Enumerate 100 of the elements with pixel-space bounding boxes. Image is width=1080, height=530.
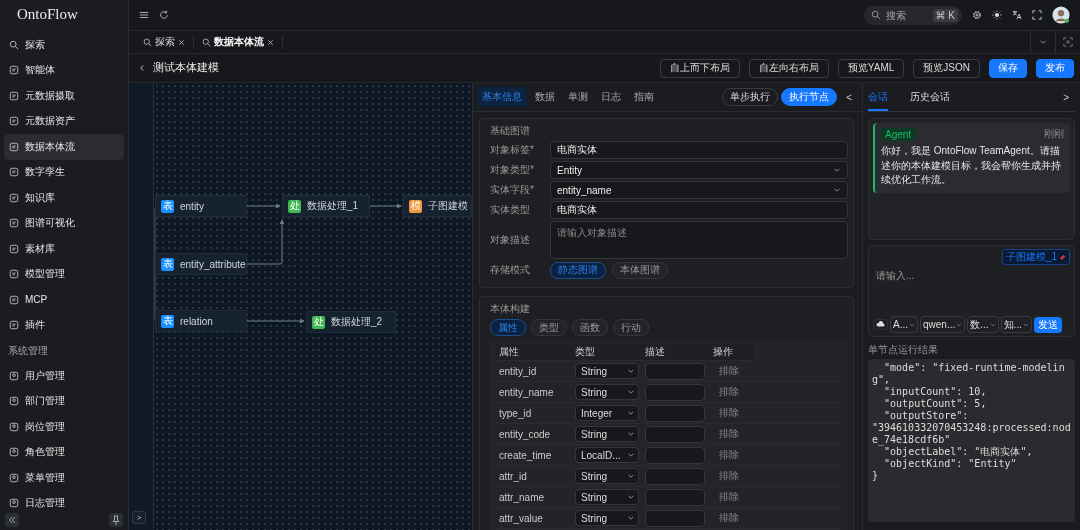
description-input[interactable] [645, 467, 705, 485]
description-input[interactable] [645, 362, 705, 380]
option-select[interactable]: 知... [1000, 316, 1032, 333]
sidebar-item[interactable]: 智能体 [4, 57, 124, 83]
context-chip[interactable]: 子图建模_1 [1001, 249, 1070, 265]
flow-node[interactable]: 表 relation [155, 310, 247, 332]
flow-node[interactable]: 处 数据处理_1 [282, 195, 370, 217]
nav-icon [9, 167, 19, 178]
exclude-link[interactable]: 排除 [719, 386, 739, 397]
collapse-button[interactable]: < [840, 91, 858, 103]
sidebar-item[interactable]: 插件 [4, 312, 124, 338]
select-field[interactable]: Entity [550, 161, 848, 179]
collapse-button[interactable]: > [1057, 91, 1075, 103]
option-select[interactable]: qwen... [920, 316, 966, 333]
type-select[interactable]: String [575, 468, 639, 484]
panel-tab[interactable]: 日志 [596, 87, 626, 107]
toolbar-button[interactable]: 保存 [989, 58, 1027, 78]
sidebar-item[interactable]: 用户管理 [4, 363, 124, 389]
field-label: 实体类型 [490, 203, 531, 217]
filter-chip[interactable]: 类型 [531, 319, 567, 336]
menu-icon[interactable] [139, 10, 149, 20]
sidebar-item[interactable]: 元数据摄取 [4, 83, 124, 109]
sidebar-item[interactable]: 数字孪生 [4, 159, 124, 185]
pin-icon[interactable] [109, 513, 123, 527]
text-field[interactable]: 电商实体 [550, 141, 848, 159]
description-field[interactable]: 请输入对象描述 [550, 221, 848, 259]
type-select[interactable]: String [575, 384, 639, 400]
sidebar-item[interactable]: 模型管理 [4, 261, 124, 287]
exclude-link[interactable]: 排除 [719, 407, 739, 418]
toolbar-button[interactable]: 发布 [1036, 58, 1074, 78]
toolbar-button[interactable]: 自上而下布局 [659, 58, 740, 78]
panel-tab[interactable]: 单测 [563, 87, 593, 107]
sun-icon[interactable] [992, 10, 1002, 20]
toolbar-button[interactable]: 预览YAML [837, 58, 905, 78]
sidebar-item[interactable]: 探索 [4, 32, 124, 58]
text-field[interactable]: 电商实体 [550, 201, 848, 219]
expand-button[interactable]: > [132, 511, 146, 524]
option-select[interactable]: A... [890, 316, 918, 333]
type-select[interactable]: String [575, 363, 639, 379]
type-select[interactable]: Integer [575, 405, 639, 421]
fullscreen-icon[interactable] [1032, 10, 1042, 20]
collapse-icon[interactable] [5, 513, 19, 527]
description-input[interactable] [645, 425, 705, 443]
storage-option[interactable]: 静态图谱 [550, 261, 606, 279]
exclude-link[interactable]: 排除 [719, 470, 739, 481]
sidebar-item[interactable]: 菜单管理 [4, 465, 124, 491]
refresh-icon[interactable] [159, 10, 169, 20]
tab[interactable]: 数据本体流 [200, 35, 283, 49]
sidebar-item[interactable]: 数据本体流 [4, 134, 124, 160]
panel-tab[interactable]: 指南 [629, 87, 659, 107]
sidebar-item[interactable]: 素材库 [4, 236, 124, 262]
flow-node[interactable]: 表 entity [155, 195, 247, 217]
type-select[interactable]: String [575, 510, 639, 526]
settings-icon[interactable] [972, 10, 982, 20]
sidebar-item[interactable]: 部门管理 [4, 388, 124, 414]
description-input[interactable] [645, 509, 705, 527]
flow-node[interactable]: 模 子图建模 [403, 195, 472, 217]
description-input[interactable] [645, 404, 705, 422]
filter-chip[interactable]: 函数 [572, 319, 608, 336]
exclude-link[interactable]: 排除 [719, 512, 739, 523]
description-input[interactable] [645, 383, 705, 401]
exclude-link[interactable]: 排除 [719, 449, 739, 460]
panel-tab[interactable]: 数据 [530, 87, 560, 107]
exclude-link[interactable]: 排除 [719, 365, 739, 376]
chat-tab[interactable]: 历史会话 [910, 90, 950, 111]
close-icon[interactable] [178, 38, 185, 46]
exclude-link[interactable]: 排除 [719, 428, 739, 439]
message-input[interactable]: 子图建模_1 请输入... A... qwen... 数... 知... 发送 [868, 245, 1075, 337]
filter-chip[interactable]: 行动 [613, 319, 649, 336]
sidebar-item[interactable]: 图谱可视化 [4, 210, 124, 236]
toolbar-button[interactable]: 预览JSON [913, 58, 980, 78]
sidebar-item[interactable]: 知识库 [4, 185, 124, 211]
type-select[interactable]: String [575, 426, 639, 442]
chat-tab[interactable]: 会话 [868, 90, 888, 111]
filter-chip[interactable]: 属性 [490, 319, 526, 336]
storage-option[interactable]: 本体图谱 [612, 261, 668, 279]
tab[interactable]: 探索 [141, 35, 194, 49]
send-button[interactable]: 发送 [1033, 316, 1062, 333]
toolbar-button[interactable]: 自左向右布局 [748, 58, 829, 78]
description-input[interactable] [645, 488, 705, 506]
sidebar-item[interactable]: 角色管理 [4, 439, 124, 465]
sidebar-item[interactable]: MCP [4, 287, 124, 313]
close-icon[interactable] [267, 38, 274, 46]
type-select[interactable]: String [575, 489, 639, 505]
type-select[interactable]: LocalD... [575, 447, 639, 463]
sidebar-item[interactable]: 日志管理 [4, 490, 124, 510]
flow-node[interactable]: 处 数据处理_2 [306, 311, 396, 333]
upload-icon[interactable] [873, 318, 888, 331]
action-button[interactable]: 执行节点 [781, 88, 838, 106]
option-select[interactable]: 数... [967, 316, 999, 333]
select-field[interactable]: entity_name [550, 181, 848, 199]
description-input[interactable] [645, 446, 705, 464]
code-line: "mode": "fixed-runtime-modeling", [872, 362, 1066, 386]
flow-node[interactable]: 表 entity_attribute [155, 253, 247, 275]
translate-icon[interactable] [1012, 10, 1022, 20]
panel-tab[interactable]: 基本信息 [477, 87, 527, 107]
exclude-link[interactable]: 排除 [719, 491, 739, 502]
sidebar-item[interactable]: 岗位管理 [4, 414, 124, 440]
avatar-icon[interactable] [1052, 6, 1070, 24]
sidebar-item[interactable]: 元数据资产 [4, 108, 124, 134]
